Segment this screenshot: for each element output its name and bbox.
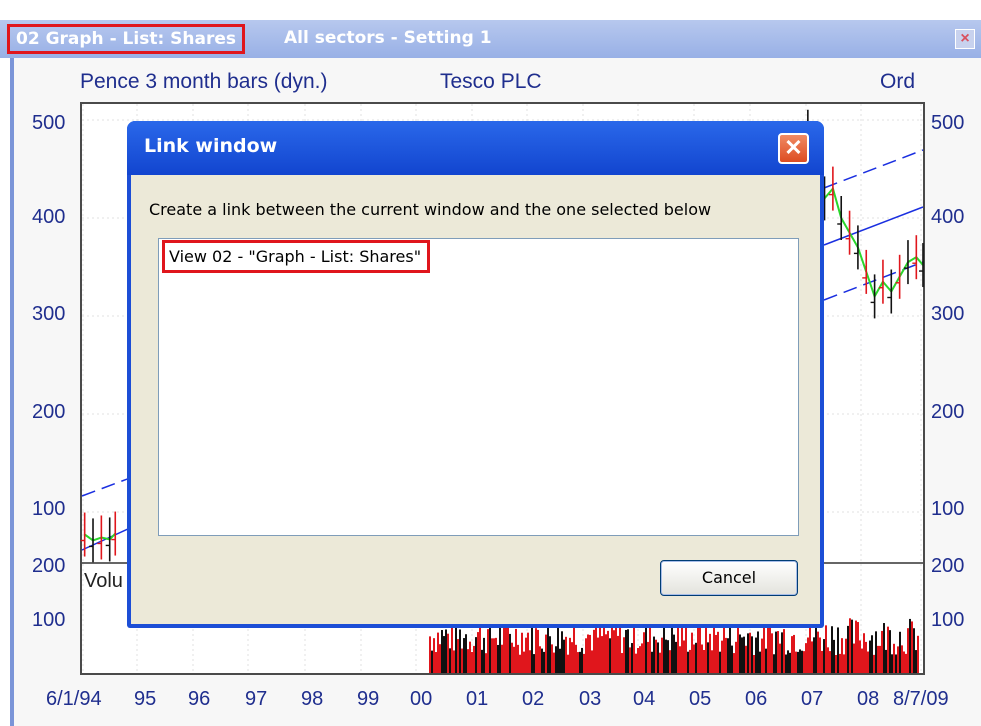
y-tick-label: 500 — [931, 112, 965, 134]
volume-tick-label: 200 — [32, 555, 66, 577]
x-tick-label: 03 — [579, 688, 602, 710]
dialog-title-bar[interactable]: Link window ✕ — [127, 121, 824, 175]
trend-line-upper-right — [823, 149, 924, 189]
dialog-body: Create a link between the current window… — [131, 175, 820, 624]
x-tick-label: 05 — [689, 688, 712, 710]
x-tick-label: 98 — [301, 688, 324, 710]
x-tick-label: 06 — [745, 688, 768, 710]
x-tick-label: 97 — [245, 688, 268, 710]
volume-tick-label: 100 — [32, 609, 66, 631]
link-list[interactable]: View 02 - "Graph - List: Shares" — [158, 238, 799, 536]
y-tick-label: 200 — [32, 401, 66, 423]
x-tick-label: 00 — [410, 688, 433, 710]
x-tick-label: 04 — [633, 688, 656, 710]
y-tick-label: 300 — [32, 303, 66, 325]
dialog-message: Create a link between the current window… — [149, 200, 712, 219]
y-tick-label: 500 — [32, 112, 66, 134]
volume-tick-label: 200 — [931, 555, 965, 577]
x-tick-label: 01 — [466, 688, 489, 710]
y-tick-label: 100 — [32, 498, 66, 520]
x-tick-label: 95 — [134, 688, 157, 710]
close-icon[interactable]: ✕ — [778, 133, 809, 164]
cancel-button[interactable]: Cancel — [660, 560, 798, 596]
x-tick-label: 07 — [801, 688, 824, 710]
x-tick-label: 6/1/94 — [46, 688, 102, 710]
price-line-left — [84, 532, 117, 542]
y-tick-label: 200 — [931, 401, 965, 423]
y-tick-label: 400 — [931, 206, 965, 228]
trend-line-upper — [81, 477, 131, 497]
volume-label: Volu — [84, 570, 123, 592]
x-tick-label: 02 — [522, 688, 545, 710]
list-item[interactable]: View 02 - "Graph - List: Shares" — [162, 240, 431, 273]
x-tick-label: 99 — [357, 688, 380, 710]
x-tick-label: 8/7/09 — [893, 688, 949, 710]
volume-tick-label: 100 — [931, 609, 965, 631]
link-window-dialog: Link window ✕ Create a link between the … — [127, 121, 824, 628]
y-tick-label: 100 — [931, 498, 965, 520]
dialog-title: Link window — [144, 135, 278, 157]
x-tick-label: 96 — [188, 688, 211, 710]
y-tick-label: 400 — [32, 206, 66, 228]
y-tick-label: 300 — [931, 303, 965, 325]
x-tick-label: 08 — [857, 688, 880, 710]
